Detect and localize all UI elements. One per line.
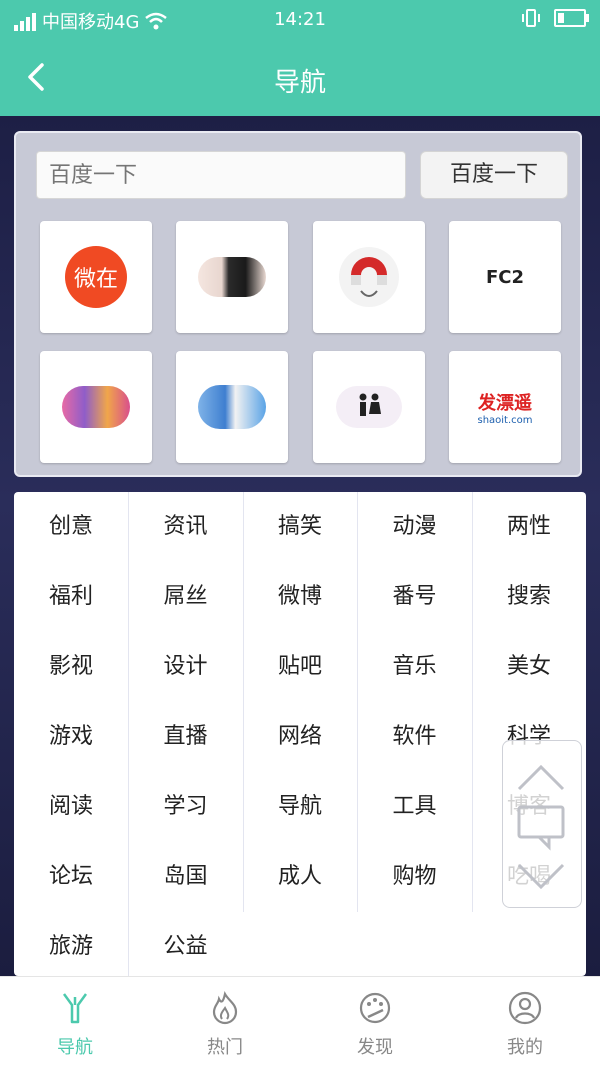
- category-item[interactable]: 成人: [243, 842, 357, 912]
- battery-icon: [554, 9, 589, 27]
- category-item[interactable]: 公益: [129, 912, 243, 982]
- tab-discover[interactable]: 发现: [300, 977, 450, 1068]
- fire-icon: [212, 991, 238, 1025]
- category-item[interactable]: 旅游: [14, 912, 128, 982]
- shortcut-fc2[interactable]: FC2: [449, 221, 561, 333]
- category-item[interactable]: 游戏: [14, 702, 128, 772]
- search-input[interactable]: [36, 151, 406, 199]
- category-item[interactable]: 论坛: [14, 842, 128, 912]
- category-item[interactable]: 微博: [243, 562, 357, 632]
- search-button[interactable]: 百度一下: [420, 151, 568, 199]
- tab-navigation[interactable]: 导航: [0, 977, 150, 1068]
- clock: 14:21: [274, 9, 326, 30]
- category-item[interactable]: 贴吧: [243, 632, 357, 702]
- category-item[interactable]: 导航: [243, 772, 357, 842]
- category-item[interactable]: 直播: [129, 702, 243, 772]
- chevron-down-icon[interactable]: [503, 853, 579, 903]
- magnet-icon: [339, 247, 399, 307]
- category-item[interactable]: 番号: [358, 562, 472, 632]
- category-item[interactable]: 设计: [129, 632, 243, 702]
- category-item[interactable]: 工具: [358, 772, 472, 842]
- category-item[interactable]: 软件: [358, 702, 472, 772]
- shortcut-anime[interactable]: [40, 351, 152, 463]
- tab-mine[interactable]: 我的: [450, 977, 600, 1068]
- doraemon-thumbnail: [198, 385, 266, 429]
- adult-thumbnail: [336, 386, 402, 428]
- couple-icon: [359, 393, 381, 416]
- category-item[interactable]: 购物: [358, 842, 472, 912]
- scroll-control[interactable]: [502, 740, 582, 908]
- palette-icon: [359, 992, 391, 1024]
- category-grid: 创意 资讯 搞笑 动漫 两性 福利 屌丝 微博 番号 搜索 影视 设计 贴吧 音乐 美女 游戏 直播 网络 软件 科学…: [14, 492, 586, 976]
- category-item[interactable]: 美女: [472, 632, 586, 702]
- category-item[interactable]: 搜索: [472, 562, 586, 632]
- category-item[interactable]: 福利: [14, 562, 128, 632]
- chat-bubble-icon[interactable]: [503, 801, 579, 851]
- category-item[interactable]: 音乐: [358, 632, 472, 702]
- category-item[interactable]: 网络: [243, 702, 357, 772]
- vibrate-icon: [522, 9, 540, 27]
- photo-thumbnail: [198, 257, 266, 297]
- shortcut-adult[interactable]: [313, 351, 425, 463]
- tab-hot[interactable]: 热门: [150, 977, 300, 1068]
- shortcut-image-2[interactable]: [176, 221, 288, 333]
- category-item[interactable]: 岛国: [129, 842, 243, 912]
- tab-bar: 导航 热门 发现 我的: [0, 976, 600, 1068]
- category-item[interactable]: 动漫: [358, 492, 472, 562]
- anime-thumbnail: [62, 386, 130, 428]
- weizai-logo: 微在: [65, 246, 127, 308]
- shortcut-magnet[interactable]: [313, 221, 425, 333]
- status-bar: 中国移动4G 14:21: [0, 0, 600, 40]
- category-item[interactable]: 创意: [14, 492, 128, 562]
- chevron-up-icon[interactable]: [503, 751, 579, 801]
- shortcut-weizai[interactable]: 微在: [40, 221, 152, 333]
- category-item[interactable]: 搞笑: [243, 492, 357, 562]
- header: 导航: [0, 40, 600, 116]
- category-item[interactable]: 屌丝: [129, 562, 243, 632]
- user-icon: [508, 991, 542, 1025]
- shortcut-doraemon[interactable]: [176, 351, 288, 463]
- search-panel: 百度一下 微在 FC2 发漂: [14, 131, 582, 477]
- page-title: 导航: [273, 68, 326, 98]
- shortcut-shaoit[interactable]: 发漂遥 shaoit.com: [449, 351, 561, 463]
- category-item[interactable]: 两性: [472, 492, 586, 562]
- navigation-icon: [62, 993, 88, 1024]
- fc2-logo: FC2: [485, 266, 525, 288]
- category-item[interactable]: 阅读: [14, 772, 128, 842]
- category-item[interactable]: 资讯: [129, 492, 243, 562]
- shaoit-logo: 发漂遥 shaoit.com: [477, 392, 533, 426]
- category-item[interactable]: 影视: [14, 632, 128, 702]
- category-item[interactable]: 学习: [129, 772, 243, 842]
